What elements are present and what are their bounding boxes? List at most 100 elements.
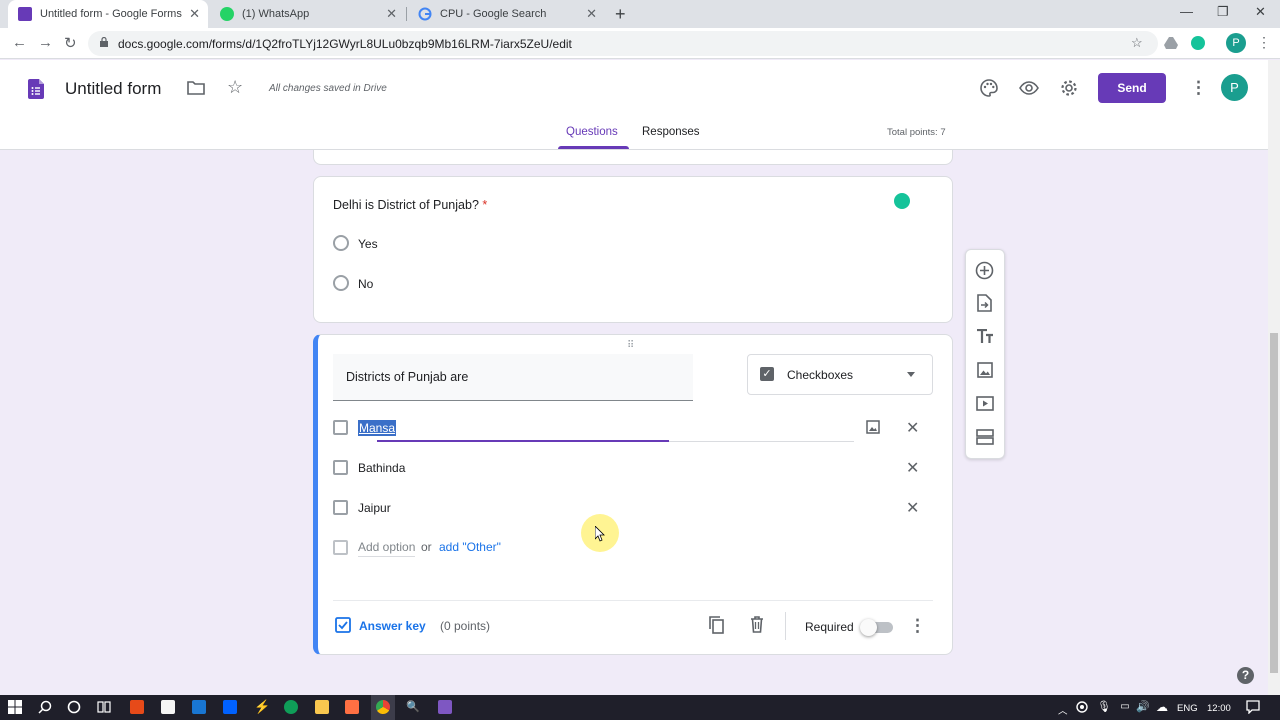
points-value: (0 points) bbox=[440, 619, 491, 633]
file-explorer-icon[interactable] bbox=[315, 700, 329, 714]
add-video-icon[interactable] bbox=[976, 396, 994, 411]
close-tab-icon[interactable]: ✕ bbox=[386, 6, 397, 22]
clock[interactable]: 12:00 bbox=[1207, 703, 1231, 714]
close-window-button[interactable]: ✕ bbox=[1255, 4, 1266, 20]
tab-whatsapp[interactable]: (1) WhatsApp ✕ bbox=[210, 0, 405, 28]
remove-option-icon[interactable]: ✕ bbox=[906, 458, 919, 478]
restore-button[interactable]: ❐ bbox=[1217, 4, 1229, 20]
forward-button[interactable]: → bbox=[38, 34, 53, 51]
send-button[interactable]: Send bbox=[1098, 73, 1166, 103]
screen-recorder-icon[interactable] bbox=[438, 700, 452, 714]
previous-question-card[interactable] bbox=[313, 150, 953, 165]
microphone-icon[interactable]: 🎙 bbox=[1097, 700, 1111, 714]
google-favicon-icon bbox=[418, 7, 432, 21]
search-icon[interactable] bbox=[38, 700, 52, 714]
add-section-icon[interactable] bbox=[976, 429, 994, 445]
checkbox-type-icon: ✓ bbox=[760, 367, 774, 381]
remove-option-icon[interactable]: ✕ bbox=[906, 418, 919, 438]
browser-profile-avatar[interactable]: P bbox=[1226, 33, 1246, 53]
form-title[interactable]: Untitled form bbox=[65, 79, 161, 99]
or-text: or bbox=[421, 540, 432, 554]
add-image-icon[interactable] bbox=[866, 420, 880, 434]
browser-menu-icon[interactable]: ⋮ bbox=[1257, 34, 1271, 51]
question-side-toolbar bbox=[965, 249, 1005, 459]
google-forms-favicon-icon bbox=[18, 7, 32, 21]
task-view-icon[interactable] bbox=[97, 700, 111, 714]
onedrive-cloud-icon[interactable]: ☁ bbox=[1155, 700, 1169, 714]
help-icon[interactable]: ? bbox=[1237, 667, 1254, 684]
photos-app-icon[interactable] bbox=[345, 700, 359, 714]
volume-icon[interactable]: 🔊 bbox=[1136, 700, 1150, 714]
cortana-icon[interactable] bbox=[67, 700, 81, 714]
google-forms-logo-icon[interactable] bbox=[28, 79, 44, 99]
tab-google-search[interactable]: CPU - Google Search ✕ bbox=[408, 0, 605, 28]
mouse-pointer-icon bbox=[595, 526, 605, 542]
radio-option-yes[interactable] bbox=[333, 235, 349, 251]
back-button[interactable]: ← bbox=[12, 34, 27, 51]
chrome-browser-icon[interactable] bbox=[376, 700, 390, 714]
bookmark-star-icon[interactable]: ☆ bbox=[1131, 35, 1143, 51]
remove-option-icon[interactable]: ✕ bbox=[906, 498, 919, 518]
grammarly-extension-icon[interactable] bbox=[1191, 36, 1205, 50]
office-app-icon[interactable] bbox=[130, 700, 144, 714]
checkbox-option-mansa[interactable] bbox=[333, 420, 348, 435]
tab-title: CPU - Google Search bbox=[440, 8, 547, 20]
option-label[interactable]: Bathinda bbox=[358, 461, 405, 475]
tab-questions[interactable]: Questions bbox=[566, 126, 618, 138]
radio-option-no[interactable] bbox=[333, 275, 349, 291]
language-indicator[interactable]: ENG bbox=[1177, 703, 1198, 714]
lock-icon bbox=[100, 37, 108, 47]
import-questions-icon[interactable] bbox=[977, 294, 992, 312]
palette-icon[interactable] bbox=[980, 79, 998, 97]
windows-start-icon[interactable] bbox=[8, 700, 22, 714]
checkbox-placeholder bbox=[333, 540, 348, 555]
close-tab-icon[interactable]: ✕ bbox=[189, 6, 200, 22]
tab-responses[interactable]: Responses bbox=[642, 126, 700, 138]
drag-handle-icon[interactable]: ⠿ bbox=[627, 340, 635, 351]
grammarly-badge-icon[interactable] bbox=[894, 193, 910, 209]
add-image-icon[interactable] bbox=[977, 362, 993, 378]
close-tab-icon[interactable]: ✕ bbox=[586, 6, 597, 22]
move-to-folder-icon[interactable] bbox=[187, 80, 205, 95]
reload-button[interactable]: ↻ bbox=[64, 34, 77, 52]
option-input-selected[interactable]: Mansa bbox=[358, 420, 397, 436]
url-text: docs.google.com/forms/d/1Q2froTLYj12GWyr… bbox=[118, 37, 572, 51]
new-tab-button[interactable]: + bbox=[615, 4, 626, 25]
record-icon[interactable] bbox=[1075, 700, 1089, 714]
notifications-icon[interactable] bbox=[1246, 700, 1260, 714]
duplicate-icon[interactable] bbox=[708, 616, 725, 634]
answer-key-check-icon[interactable] bbox=[335, 617, 351, 633]
lightning-app-icon[interactable]: ⚡ bbox=[254, 700, 270, 714]
footer-separator bbox=[785, 612, 786, 640]
add-other-link[interactable]: add "Other" bbox=[439, 540, 501, 554]
minimize-button[interactable]: — bbox=[1180, 4, 1193, 19]
settings-gear-icon[interactable] bbox=[1060, 79, 1078, 97]
add-option-input[interactable]: Add option bbox=[358, 540, 416, 557]
add-title-text-icon[interactable] bbox=[976, 329, 994, 344]
network-icon[interactable]: ▭ bbox=[1118, 700, 1132, 714]
tray-chevron-up-icon[interactable]: ︿ bbox=[1058, 703, 1068, 717]
answer-key-button[interactable]: Answer key bbox=[359, 619, 426, 633]
preview-eye-icon[interactable] bbox=[1019, 81, 1039, 95]
option-label: No bbox=[358, 277, 374, 291]
option-label[interactable]: Jaipur bbox=[358, 501, 391, 515]
required-asterisk: * bbox=[482, 198, 488, 212]
store-app-icon[interactable] bbox=[161, 700, 175, 714]
required-toggle-knob[interactable] bbox=[860, 619, 877, 636]
page-scrollbar-thumb[interactable] bbox=[1270, 333, 1278, 673]
more-options-icon[interactable]: ⋮ bbox=[1190, 78, 1207, 98]
dropbox-app-icon[interactable] bbox=[223, 700, 237, 714]
search-app-icon[interactable]: 🔍 bbox=[406, 700, 420, 714]
active-tab-indicator bbox=[558, 146, 629, 149]
question-more-icon[interactable]: ⋮ bbox=[909, 617, 926, 634]
tab-google-forms[interactable]: Untitled form - Google Forms ✕ bbox=[8, 0, 208, 28]
checkbox-option-jaipur[interactable] bbox=[333, 500, 348, 515]
star-icon[interactable]: ☆ bbox=[227, 77, 243, 98]
add-question-icon[interactable] bbox=[975, 261, 994, 280]
account-avatar[interactable]: P bbox=[1221, 74, 1248, 101]
delete-trash-icon[interactable] bbox=[750, 616, 764, 633]
checkbox-option-bathinda[interactable] bbox=[333, 460, 348, 475]
edge-browser-icon[interactable] bbox=[284, 700, 298, 714]
mail-app-icon[interactable] bbox=[192, 700, 206, 714]
drive-extension-icon[interactable] bbox=[1164, 37, 1178, 49]
